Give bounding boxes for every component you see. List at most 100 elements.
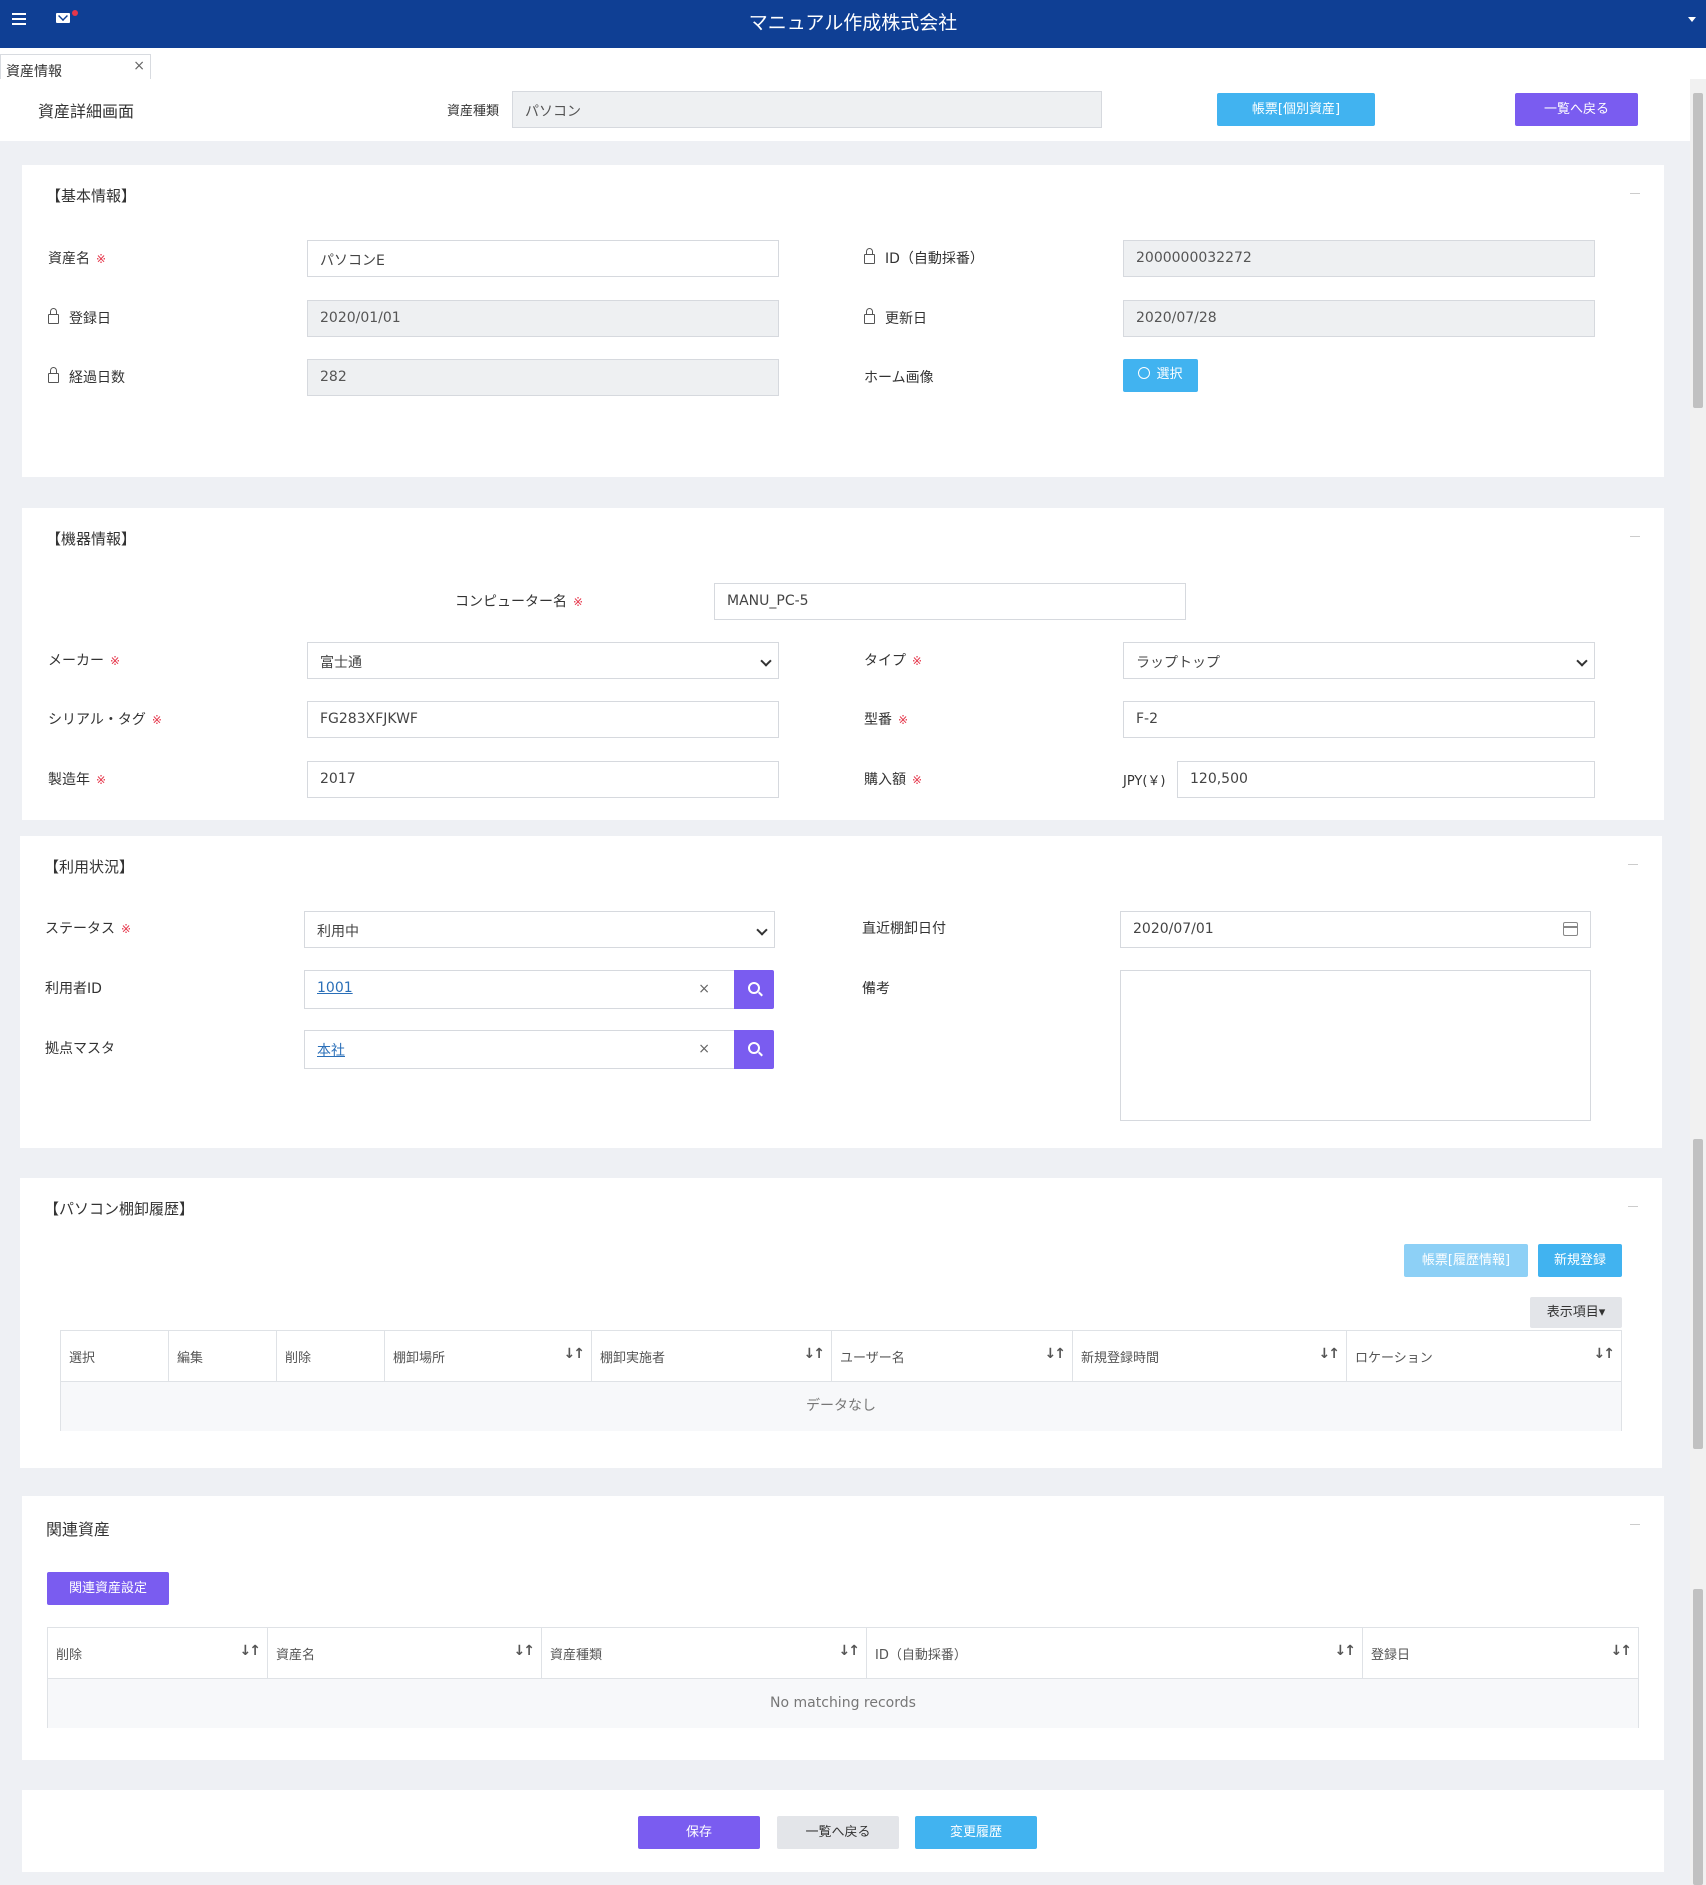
column-header-sortable[interactable]: 削除 ↓↑ [48,1628,268,1678]
type-value: ラップトップ [1136,655,1220,671]
serial-label: シリアル・タグ ※ [48,712,162,728]
related-asset-setting-button[interactable]: 関連資産設定 [47,1572,169,1605]
column-header-sortable[interactable]: ロケーション ↓↑ [1347,1331,1621,1381]
status-value: 利用中 [317,924,359,940]
elapsed-days-label: 経過日数 [48,367,125,387]
column-header-sortable[interactable]: 登録日 ↓↑ [1363,1628,1638,1678]
scrollbar-thumb[interactable] [1693,1589,1703,1885]
user-id-label: 利用者ID [45,981,102,997]
table-header: 削除 ↓↑ 資産名 ↓↑ 資産種類 ↓↑ ID（自動採番） ↓↑ 登録日 ↓↑ [48,1628,1638,1679]
lock-icon [48,308,59,324]
back-to-list-button[interactable]: 一覧へ戻る [777,1816,899,1849]
column-header-sortable[interactable]: 資産名 ↓↑ [268,1628,542,1678]
inventory-history-panel: 【パソコン棚卸履歴】 帳票[履歴情報] 新規登録 表示項目▾ 選択 編集 削除 … [20,1178,1662,1468]
registered-date-label: 登録日 [48,308,111,328]
clear-icon[interactable]: × [698,981,710,997]
collapse-icon[interactable] [1628,864,1638,865]
empty-message: No matching records [48,1679,1638,1728]
page-title: 資産詳細画面 [38,102,135,121]
search-icon [748,1042,760,1054]
inventory-date-value: 2020/07/01 [1133,921,1214,937]
column-header-sortable[interactable]: 資産種類 ↓↑ [542,1628,867,1678]
note-label: 備考 [862,981,890,997]
device-info-panel: 【機器情報】 コンピューター名 ※ MANU_PC-5 メーカー ※ 富士通 タイプ… [22,508,1664,820]
new-record-button[interactable]: 新規登録 [1538,1244,1622,1277]
maker-select[interactable]: 富士通 [307,642,779,679]
updated-date-field: 2020/07/28 [1123,300,1595,337]
sort-icon[interactable]: ↓↑ [240,1643,262,1659]
close-icon[interactable]: × [133,58,145,74]
collapse-icon[interactable] [1630,536,1640,537]
column-header-sortable[interactable]: 新規登録時間 ↓↑ [1073,1331,1347,1381]
location-input[interactable]: 本社 × [304,1030,735,1069]
asset-name-input[interactable]: パソコンE [307,240,779,277]
asset-type-field: パソコン [512,91,1102,128]
column-header: 編集 [169,1331,277,1381]
chevron-down-icon [756,924,768,936]
scrollbar[interactable] [1690,79,1706,1885]
sort-icon[interactable]: ↓↑ [564,1346,586,1362]
report-asset-button[interactable]: 帳票[個別資産] [1217,93,1375,126]
display-columns-button[interactable]: 表示項目▾ [1530,1297,1622,1328]
location-search-button[interactable] [734,1030,774,1069]
sort-icon[interactable]: ↓↑ [1319,1346,1341,1362]
report-history-button[interactable]: 帳票[履歴情報] [1404,1244,1528,1277]
column-header: 削除 [277,1331,385,1381]
inventory-date-input[interactable]: 2020/07/01 [1120,911,1591,948]
type-label: タイプ ※ [864,653,923,669]
lock-icon [864,248,875,264]
user-id-input[interactable]: 1001 × [304,970,735,1009]
tab-strip: 資産情報 × [0,48,1706,80]
sort-icon[interactable]: ↓↑ [1045,1346,1067,1362]
column-header: 選択 [61,1331,169,1381]
maker-label: メーカー ※ [48,653,121,669]
lock-icon [48,367,59,383]
column-header-sortable[interactable]: ID（自動採番） ↓↑ [867,1628,1363,1678]
computer-name-input[interactable]: MANU_PC-5 [714,583,1186,620]
price-input[interactable]: 120,500 [1177,761,1595,798]
change-history-button[interactable]: 変更履歴 [915,1816,1037,1849]
empty-message: データなし [61,1382,1621,1431]
model-input[interactable]: F-2 [1123,701,1595,738]
id-field: 2000000032272 [1123,240,1595,277]
footer-actions: 保存 一覧へ戻る 変更履歴 [22,1790,1664,1872]
scrollbar-thumb[interactable] [1693,93,1703,408]
calendar-icon[interactable] [1563,922,1578,936]
save-button[interactable]: 保存 [638,1816,760,1849]
inventory-history-table: 選択 編集 削除 棚卸場所 ↓↑ 棚卸実施者 ↓↑ ユーザー名 ↓↑ 新規登録時間 ↓↑… [60,1330,1622,1431]
user-menu-caret-icon[interactable] [1688,17,1696,22]
user-id-link[interactable]: 1001 [317,980,353,996]
sort-icon[interactable]: ↓↑ [1335,1643,1357,1659]
upload-icon [1138,367,1151,379]
user-search-button[interactable] [734,970,774,1009]
column-header-sortable[interactable]: 棚卸実施者 ↓↑ [592,1331,832,1381]
basic-info-panel: 【基本情報】 資産名 ※ パソコンE ID（自動採番） 2000000032272… [22,165,1664,477]
id-label: ID（自動採番） [864,248,984,268]
panel-title: 関連資産 [46,1520,111,1539]
elapsed-days-field: 282 [307,359,779,396]
sort-icon[interactable]: ↓↑ [804,1346,826,1362]
serial-input[interactable]: FG283XFJKWF [307,701,779,738]
note-textarea[interactable] [1120,970,1591,1121]
sort-icon[interactable]: ↓↑ [1594,1346,1616,1362]
status-select[interactable]: 利用中 [304,911,775,948]
clear-icon[interactable]: × [698,1041,710,1057]
tab-asset-info[interactable]: 資産情報 × [0,54,151,80]
chevron-down-icon [760,655,772,667]
page-header: 資産詳細画面 資産種類 パソコン 帳票[個別資産] 一覧へ戻る [0,79,1706,141]
scrollbar-thumb[interactable] [1693,1139,1703,1449]
manufacture-year-input[interactable]: 2017 [307,761,779,798]
panel-title: 【パソコン棚卸履歴】 [44,1200,195,1218]
sort-icon[interactable]: ↓↑ [514,1643,536,1659]
column-header-sortable[interactable]: ユーザー名 ↓↑ [832,1331,1073,1381]
select-image-button[interactable]: 選択 [1123,359,1198,392]
sort-icon[interactable]: ↓↑ [1611,1643,1633,1659]
back-to-list-button[interactable]: 一覧へ戻る [1515,93,1638,126]
collapse-icon[interactable] [1628,1206,1638,1207]
sort-icon[interactable]: ↓↑ [839,1643,861,1659]
location-link[interactable]: 本社 [317,1043,345,1059]
column-header-sortable[interactable]: 棚卸場所 ↓↑ [385,1331,592,1381]
collapse-icon[interactable] [1630,1524,1640,1525]
collapse-icon[interactable] [1630,193,1640,194]
type-select[interactable]: ラップトップ [1123,642,1595,679]
